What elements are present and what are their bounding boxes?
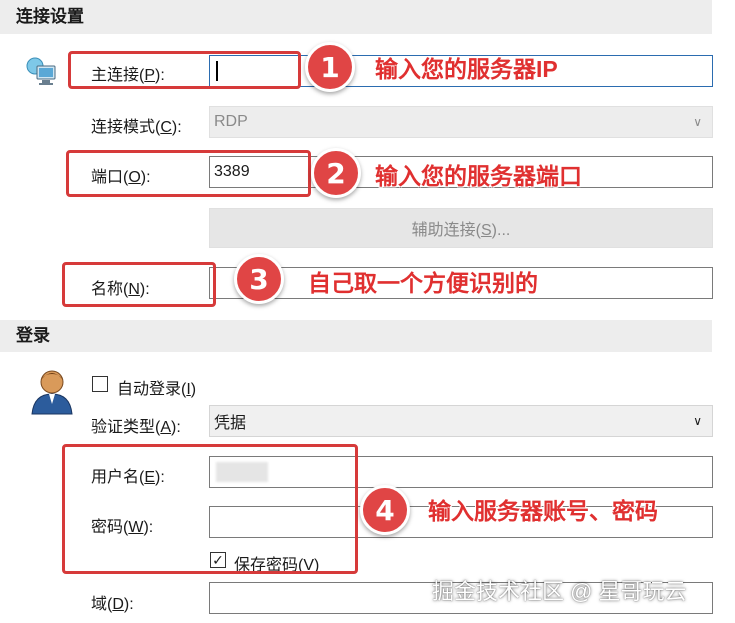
auth-type-value: 凭据: [214, 415, 247, 432]
chevron-down-icon: ∨: [693, 115, 702, 129]
annotation-badge-4: 4: [360, 485, 410, 535]
annotation-badge-3: 3: [234, 254, 284, 304]
annotation-note-1: 输入您的服务器IP: [375, 56, 558, 82]
login-header: 登录: [0, 320, 712, 352]
auxiliary-connection-label: 辅助连接(S)...: [411, 222, 511, 239]
domain-label: 域(D):: [91, 596, 134, 613]
auth-type-select[interactable]: 凭据 ∨: [209, 405, 713, 437]
annotation-box-1: [68, 51, 301, 89]
connection-mode-select[interactable]: RDP ∨: [209, 106, 713, 138]
connection-settings-header: 连接设置: [0, 0, 712, 34]
annotation-box-2: [66, 150, 311, 197]
annotation-box-4: [62, 444, 358, 574]
annotation-badge-1: 1: [305, 42, 355, 92]
user-avatar-icon: [30, 368, 74, 416]
annotation-badge-2: 2: [311, 148, 361, 198]
auto-login-checkbox[interactable]: [92, 376, 108, 392]
connection-mode-label: 连接模式(C):: [91, 119, 182, 136]
annotation-note-2: 输入您的服务器端口: [375, 163, 582, 189]
annotation-note-3: 自己取一个方便识别的: [308, 270, 538, 296]
auxiliary-connection-button[interactable]: 辅助连接(S)...: [209, 208, 713, 248]
chevron-down-icon: ∨: [693, 414, 702, 428]
annotation-note-4: 输入服务器账号、密码: [428, 498, 658, 524]
connection-mode-value: RDP: [214, 113, 248, 130]
annotation-box-3: [62, 262, 216, 307]
network-computer-icon: [25, 56, 59, 86]
watermark: 掘金技术社区 @ 星哥玩云: [432, 579, 687, 604]
auth-type-label: 验证类型(A):: [91, 419, 181, 436]
auto-login-label: 自动登录(I): [117, 381, 197, 398]
